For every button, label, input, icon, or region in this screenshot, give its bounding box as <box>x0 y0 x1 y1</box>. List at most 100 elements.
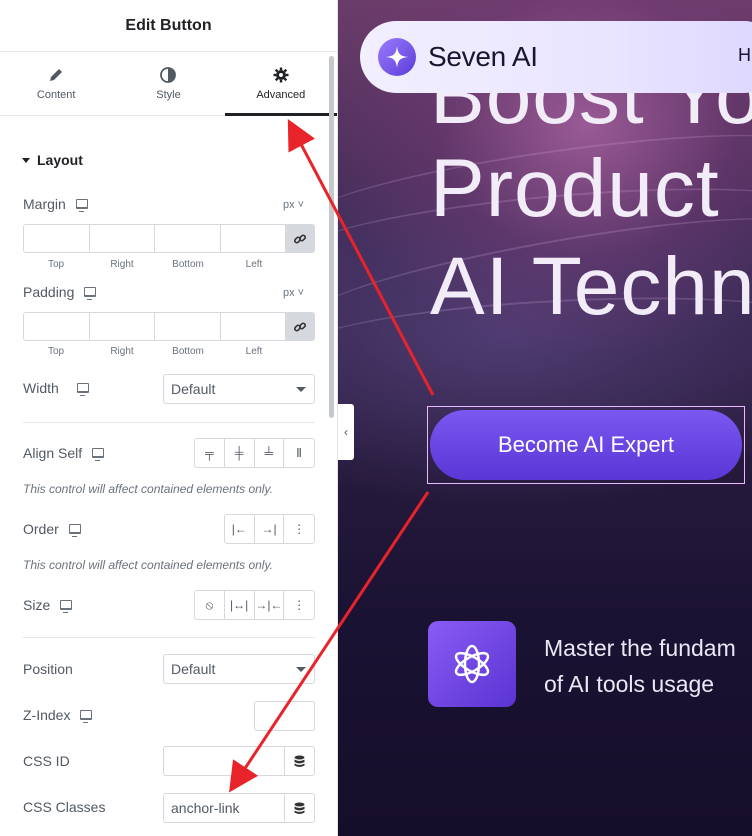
order-end-button[interactable]: →| <box>255 515 285 543</box>
align-self-label: Align Self <box>23 445 83 461</box>
align-end-button[interactable]: ╧ <box>255 439 285 467</box>
side-label-bottom: Bottom <box>172 346 204 357</box>
grow-icon: |↔| <box>230 598 249 612</box>
order-note: This control will affect contained eleme… <box>23 558 273 572</box>
width-select[interactable]: Default <box>163 374 315 404</box>
divider <box>23 637 315 638</box>
desktop-icon[interactable] <box>76 383 89 396</box>
align-start-icon: ╤ <box>205 446 214 460</box>
panel-header: Edit Button <box>0 0 337 52</box>
size-buttons: ⦸ |↔| →|← ⋮ <box>194 590 315 620</box>
size-label: Size <box>23 597 51 613</box>
padding-right-input[interactable] <box>90 313 155 340</box>
align-end-icon: ╧ <box>264 446 274 460</box>
desktop-icon[interactable] <box>80 710 93 723</box>
brand-name[interactable]: Seven AI <box>428 41 538 73</box>
pencil-icon <box>50 68 63 81</box>
hero-heading-line-3: AI Techn <box>430 241 752 332</box>
align-stretch-button[interactable]: Ⅱ <box>284 439 314 467</box>
margin-right-input[interactable] <box>90 225 155 252</box>
align-center-icon: ╪ <box>234 446 244 460</box>
editor-panel: Edit Button Content Style Advanced Layou… <box>0 0 338 836</box>
desktop-icon[interactable] <box>60 600 73 613</box>
margin-unit-select[interactable]: px ˅ <box>283 199 304 211</box>
side-label-right: Right <box>110 346 134 357</box>
side-label-left: Left <box>245 346 263 357</box>
padding-unit-select[interactable]: px ˅ <box>283 287 304 299</box>
align-center-button[interactable]: ╪ <box>225 439 255 467</box>
padding-top-input[interactable] <box>24 313 90 340</box>
openai-icon <box>428 621 516 707</box>
side-label-right: Right <box>110 259 134 270</box>
order-start-icon: |← <box>231 522 247 536</box>
order-buttons: |← →| ⋮ <box>224 514 315 544</box>
order-more-button[interactable]: ⋮ <box>284 515 314 543</box>
panel-tabs: Content Style Advanced <box>0 52 337 116</box>
desktop-icon[interactable] <box>84 287 97 300</box>
dynamic-tags-button[interactable] <box>284 793 315 823</box>
margin-top-input[interactable] <box>24 225 90 252</box>
more-vertical-icon: ⋮ <box>293 522 306 536</box>
tab-style-label: Style <box>156 88 181 101</box>
margin-label: Margin <box>23 196 66 212</box>
panel-scrollbar[interactable] <box>329 56 334 418</box>
link-values-button[interactable] <box>286 225 314 252</box>
link-icon <box>293 233 307 244</box>
hero-heading-line-2: Product <box>430 143 720 234</box>
panel-title: Edit Button <box>125 16 212 34</box>
side-label-left: Left <box>245 259 263 270</box>
dynamic-tags-button[interactable] <box>284 746 315 776</box>
caret-down-icon <box>22 157 30 163</box>
align-self-label-row: Align Self <box>23 445 105 461</box>
width-label-row: Width <box>23 380 89 396</box>
align-self-buttons: ╤ ╪ ╧ Ⅱ <box>194 438 315 468</box>
css-classes-label-row: CSS Classes <box>23 799 105 815</box>
tab-advanced-label: Advanced <box>256 88 306 101</box>
size-grow-button[interactable]: |↔| <box>225 591 255 619</box>
half-circle-icon <box>160 66 177 83</box>
css-id-label-row: CSS ID <box>23 753 70 769</box>
order-start-button[interactable]: |← <box>225 515 255 543</box>
layout-section-title: Layout <box>37 152 83 168</box>
chevron-left-icon: ‹ <box>344 425 348 439</box>
collapse-panel-button[interactable]: ‹ <box>338 404 354 460</box>
padding-left-input[interactable] <box>221 313 286 340</box>
padding-bottom-input[interactable] <box>155 313 221 340</box>
page-preview: Boost Yo Product AI Techn Seven AI H Bec… <box>338 0 752 836</box>
desktop-icon[interactable] <box>92 448 105 461</box>
tab-style[interactable]: Style <box>112 52 224 115</box>
size-shrink-button[interactable]: →|← <box>255 591 285 619</box>
css-classes-label: CSS Classes <box>23 799 106 815</box>
padding-unit: px <box>283 287 295 299</box>
css-classes-input[interactable]: anchor-link <box>163 793 285 823</box>
database-icon <box>294 802 305 814</box>
desktop-icon[interactable] <box>68 524 81 537</box>
cta-button[interactable]: Become AI Expert <box>430 410 742 480</box>
css-id-input[interactable] <box>163 746 285 776</box>
site-navbar: Seven AI H <box>360 21 752 93</box>
margin-bottom-input[interactable] <box>155 225 221 252</box>
link-icon <box>293 321 307 332</box>
size-none-button[interactable]: ⦸ <box>195 591 225 619</box>
align-start-button[interactable]: ╤ <box>195 439 225 467</box>
margin-label-row: Margin <box>23 196 88 212</box>
logo-icon[interactable] <box>378 38 416 76</box>
size-more-button[interactable]: ⋮ <box>284 591 314 619</box>
tab-advanced[interactable]: Advanced <box>224 52 337 116</box>
tab-content[interactable]: Content <box>0 52 112 115</box>
side-label-top: Top <box>47 346 65 357</box>
z-index-label-row: Z-Index <box>23 707 93 723</box>
z-index-input[interactable] <box>254 701 315 731</box>
desktop-icon[interactable] <box>75 199 88 212</box>
layout-section-toggle[interactable]: Layout <box>22 152 83 168</box>
position-label: Position <box>23 661 73 677</box>
feature-text: Master the fundam of AI tools usage <box>544 630 736 702</box>
more-vertical-icon: ⋮ <box>293 598 306 612</box>
link-values-button[interactable] <box>286 313 314 340</box>
nav-link[interactable]: H <box>738 45 751 66</box>
margin-left-input[interactable] <box>221 225 286 252</box>
feature-text-line-1: Master the fundam <box>544 635 736 661</box>
position-select[interactable]: Default <box>163 654 315 684</box>
shrink-icon: →|← <box>255 598 283 612</box>
css-id-label: CSS ID <box>23 753 70 769</box>
